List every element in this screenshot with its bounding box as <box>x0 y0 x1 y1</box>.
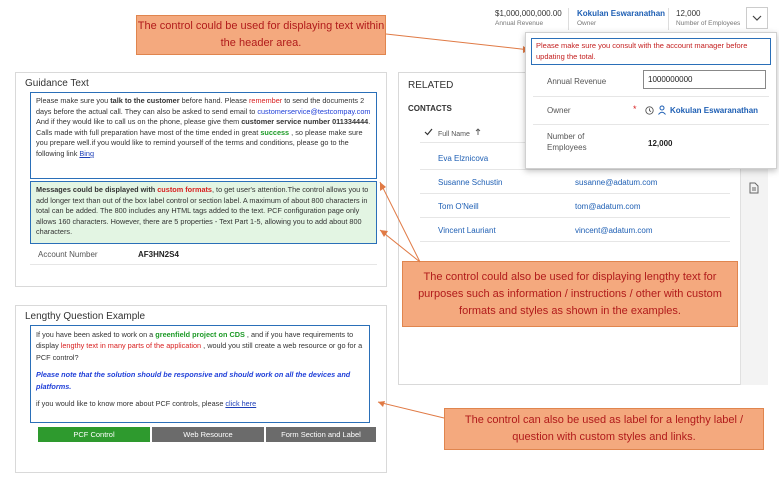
contact-divider <box>420 193 730 194</box>
callout-lengthy-text: The control could also be used for displ… <box>402 261 738 327</box>
header-owner-value[interactable]: Kokulan Eswaranathan <box>577 9 665 18</box>
guidance-title: Guidance Text <box>25 78 89 89</box>
contact-divider <box>420 169 730 170</box>
contact-email[interactable]: susanne@adatum.com <box>575 178 657 187</box>
employees-value[interactable]: 12,000 <box>648 139 672 148</box>
owner-required-marker: * <box>633 104 637 114</box>
callout-arrow <box>385 33 531 53</box>
lengthy-question-box: If you have been asked to work on a gree… <box>30 325 370 423</box>
contact-divider <box>420 217 730 218</box>
check-all-icon[interactable] <box>424 128 433 138</box>
lengthy-note: Please note that the solution should be … <box>36 370 351 391</box>
pcf-control-button[interactable]: PCF Control <box>38 427 150 442</box>
header-annual-revenue-label: Annual Revenue <box>495 20 544 27</box>
contact-name[interactable]: Vincent Lauriant <box>438 226 496 235</box>
callout-arrow <box>377 401 445 419</box>
owner-lookup-field[interactable]: Kokulan Eswaranathan <box>645 105 758 115</box>
header-annual-revenue-value: $1,000,000,000.00 <box>495 9 562 18</box>
flyout-annual-revenue-label: Annual Revenue <box>547 77 607 86</box>
header-employees-value: 12,000 <box>676 9 701 18</box>
header-employees-label: Number of Employees <box>676 20 741 27</box>
callout-arrow <box>379 181 421 263</box>
flyout-employees-label: Number of Employees <box>547 132 587 152</box>
flyout-owner-label: Owner <box>547 106 571 115</box>
flyout-message: Please make sure you consult with the ac… <box>531 38 771 65</box>
check-icon <box>424 128 433 136</box>
contact-name[interactable]: Eva Elznicova <box>438 154 488 163</box>
document-icon <box>749 182 759 194</box>
person-icon <box>658 105 666 115</box>
bing-link[interactable]: Bing <box>79 149 94 158</box>
annual-revenue-input[interactable] <box>643 70 766 89</box>
sort-up-icon <box>475 128 481 135</box>
contact-divider <box>420 241 730 242</box>
email-link[interactable]: customerservice@testcompay.com <box>257 107 370 116</box>
lengthy-title: Lengthy Question Example <box>25 311 146 322</box>
contacts-label: CONTACTS <box>408 104 452 113</box>
contact-email[interactable]: vincent@adatum.com <box>575 226 653 235</box>
header-expand-button[interactable] <box>746 7 768 29</box>
callout-label-text: The control can also be used as label fo… <box>444 408 764 450</box>
flyout-divider <box>533 124 769 125</box>
flyout-divider <box>533 96 769 97</box>
contact-name[interactable]: Susanne Schustin <box>438 178 503 187</box>
messages-box: Messages could be displayed with custom … <box>30 181 377 244</box>
header-separator <box>568 8 569 30</box>
column-full-name[interactable]: Full Name <box>438 128 481 138</box>
contact-email[interactable]: tom@adatum.com <box>575 202 640 211</box>
form-section-label-button[interactable]: Form Section and Label <box>266 427 376 442</box>
account-number-divider <box>30 264 377 265</box>
click-here-link[interactable]: click here <box>225 399 256 408</box>
account-number-label: Account Number <box>38 250 98 259</box>
contact-name[interactable]: Tom O'Neill <box>438 202 479 211</box>
clock-icon <box>645 105 654 115</box>
callout-header-text: The control could be used for displaying… <box>136 15 386 55</box>
account-number-value[interactable]: AF3HN2S4 <box>138 250 179 259</box>
related-side-button[interactable] <box>746 180 762 196</box>
guidance-text-box: Please make sure you talk to the custome… <box>30 92 377 179</box>
chevron-down-icon <box>752 15 762 21</box>
header-owner-label: Owner <box>577 20 597 27</box>
related-title: RELATED <box>408 80 454 91</box>
header-separator <box>668 8 669 30</box>
web-resource-button[interactable]: Web Resource <box>152 427 264 442</box>
